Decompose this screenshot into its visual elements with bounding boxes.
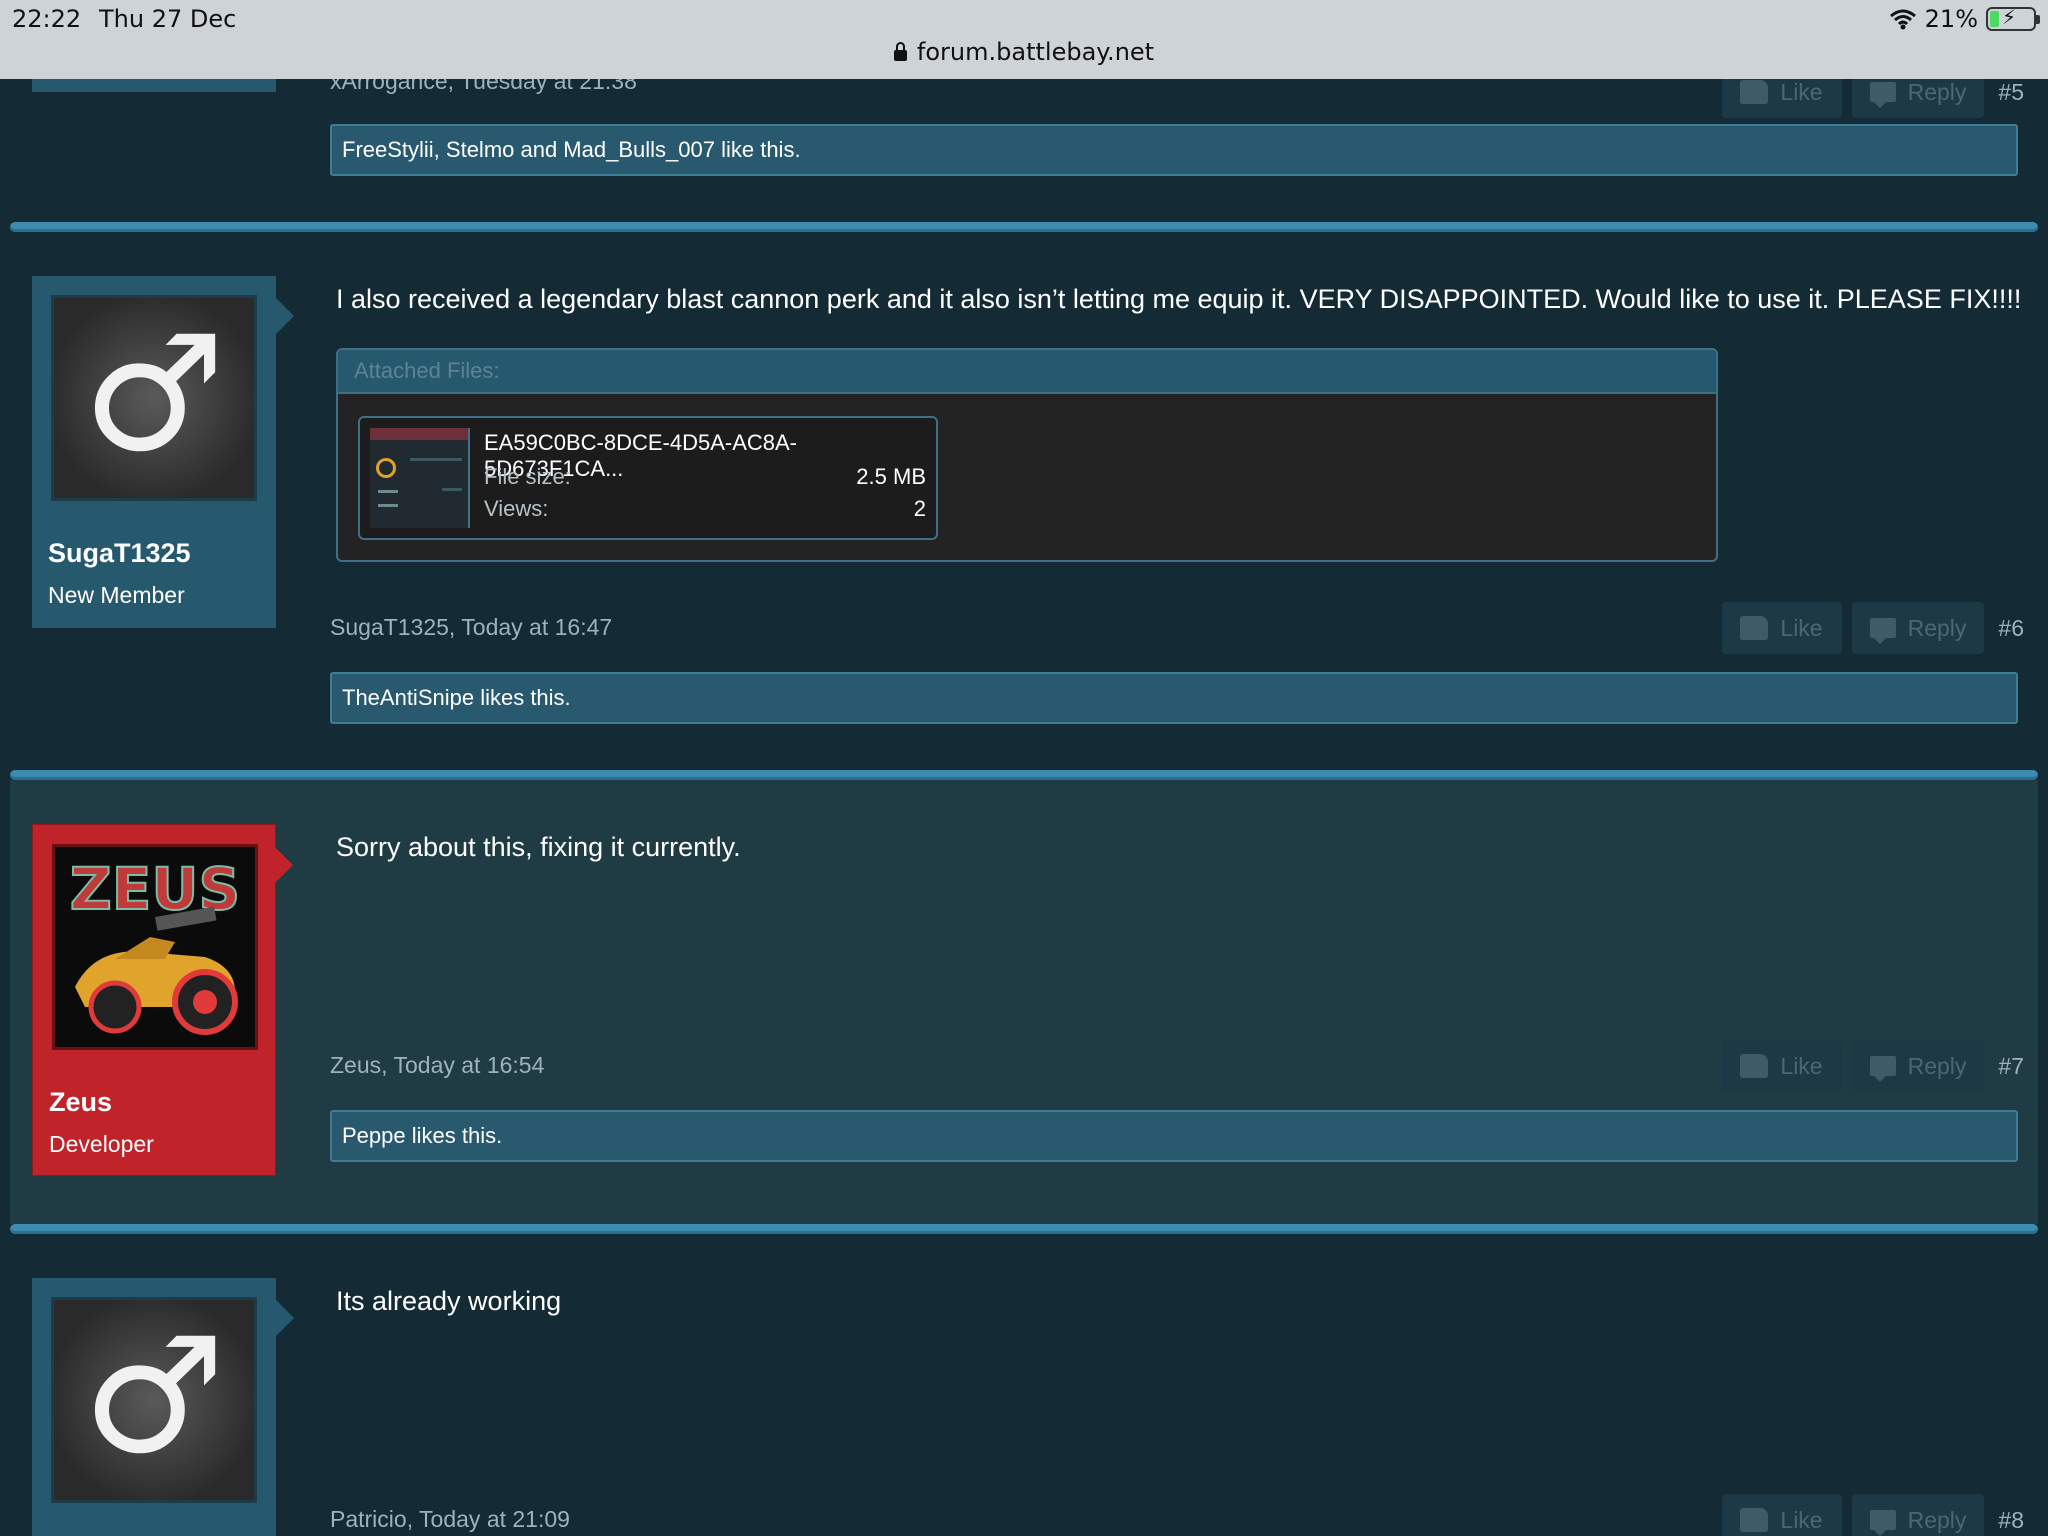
- post-message: Its already working: [336, 1286, 562, 1316]
- zeus-car-logo: ZEUS: [55, 847, 255, 1047]
- file-size-value: 2.5 MB: [856, 464, 926, 489]
- user-title: Developer: [49, 1131, 154, 1157]
- thumbs-up-icon: [1740, 80, 1769, 104]
- post-number[interactable]: #5: [1998, 79, 2024, 106]
- like-button[interactable]: Like: [1722, 602, 1843, 654]
- speech-bubble-icon: [1870, 1056, 1896, 1082]
- user-title: New Member: [48, 582, 185, 608]
- likes-summary[interactable]: Peppe likes this.: [330, 1110, 2018, 1162]
- views-value: 2: [913, 496, 926, 521]
- post-meta[interactable]: Zeus, Today at 16:54: [330, 1052, 544, 1079]
- battery-icon: ⚡: [1986, 5, 2040, 31]
- post-actions: Like Reply #6: [1722, 602, 2024, 654]
- likes-summary[interactable]: FreeStylii, Stelmo and Mad_Bulls_007 lik…: [330, 124, 2018, 176]
- user-card-patricio: ♂: [32, 1278, 294, 1536]
- views-label: Views:: [484, 496, 549, 521]
- likes-summary[interactable]: TheAntiSnipe likes this.: [330, 672, 2018, 724]
- status-date: Thu 27 Dec: [99, 5, 237, 33]
- male-symbol-icon: ♂: [82, 1302, 226, 1489]
- url-text: forum.battlebay.net: [916, 38, 1155, 66]
- post-message: I also received a legendary blast cannon…: [336, 284, 2022, 314]
- post-number[interactable]: #7: [1998, 1053, 2024, 1080]
- avatar[interactable]: ♂: [51, 1297, 257, 1503]
- post-divider: [10, 1224, 2038, 1234]
- browser-top-bar: 22:22 Thu 27 Dec 21% ⚡ forum.battlebay.n…: [0, 0, 2048, 79]
- address-bar[interactable]: forum.battlebay.net: [0, 38, 2048, 66]
- post-actions: Like Reply #7: [1722, 1040, 2024, 1092]
- post-meta[interactable]: Patricio, Today at 21:09: [330, 1506, 570, 1533]
- post-number[interactable]: #8: [1998, 1507, 2024, 1534]
- like-button[interactable]: Like: [1722, 1494, 1843, 1536]
- male-symbol-icon: ♂: [82, 300, 226, 487]
- wifi-icon: [1889, 9, 1916, 30]
- lock-icon: [893, 42, 907, 61]
- file-size-label: File size:: [484, 464, 571, 489]
- username[interactable]: Zeus: [49, 1087, 112, 1118]
- thumbs-up-icon: [1740, 1508, 1769, 1532]
- like-button[interactable]: Like: [1722, 1040, 1843, 1092]
- attached-files-panel: Attached Files: EA59C0BC-8DCE-4D5A-AC8A-…: [336, 348, 1718, 562]
- reply-button[interactable]: Reply: [1852, 1494, 1985, 1536]
- avatar[interactable]: ZEUS: [52, 844, 258, 1050]
- reply-button[interactable]: Reply: [1852, 1040, 1985, 1092]
- username[interactable]: SugaT1325: [48, 538, 191, 569]
- attachment-item[interactable]: EA59C0BC-8DCE-4D5A-AC8A-5D673F1CA... Fil…: [358, 416, 938, 540]
- status-indicators: 21% ⚡: [1889, 5, 2040, 33]
- speech-bubble-icon: [1870, 1510, 1896, 1536]
- post-divider: [10, 770, 2038, 780]
- user-card-zeus: ZEUS Zeus Developer: [32, 824, 293, 1176]
- speech-bubble-icon: [1870, 82, 1896, 108]
- reply-button[interactable]: Reply: [1852, 602, 1985, 654]
- user-card-sugat1325: ♂ SugaT1325 New Member: [32, 276, 294, 628]
- post-actions: Like Reply #8: [1722, 1494, 2024, 1536]
- post-meta[interactable]: SugaT1325, Today at 16:47: [330, 614, 612, 641]
- speech-bubble-icon: [1870, 618, 1896, 644]
- status-time: 22:22: [12, 5, 82, 33]
- battery-percent: 21%: [1924, 5, 1978, 33]
- attached-files-heading: Attached Files:: [338, 350, 1716, 394]
- thumbs-up-icon: [1740, 1054, 1769, 1078]
- post-number[interactable]: #6: [1998, 615, 2024, 642]
- thumbs-up-icon: [1740, 616, 1769, 640]
- post-divider: [10, 222, 2038, 232]
- post-message: Sorry about this, fixing it currently.: [336, 832, 741, 862]
- avatar[interactable]: ♂: [51, 295, 257, 501]
- attachment-thumbnail[interactable]: [370, 428, 470, 528]
